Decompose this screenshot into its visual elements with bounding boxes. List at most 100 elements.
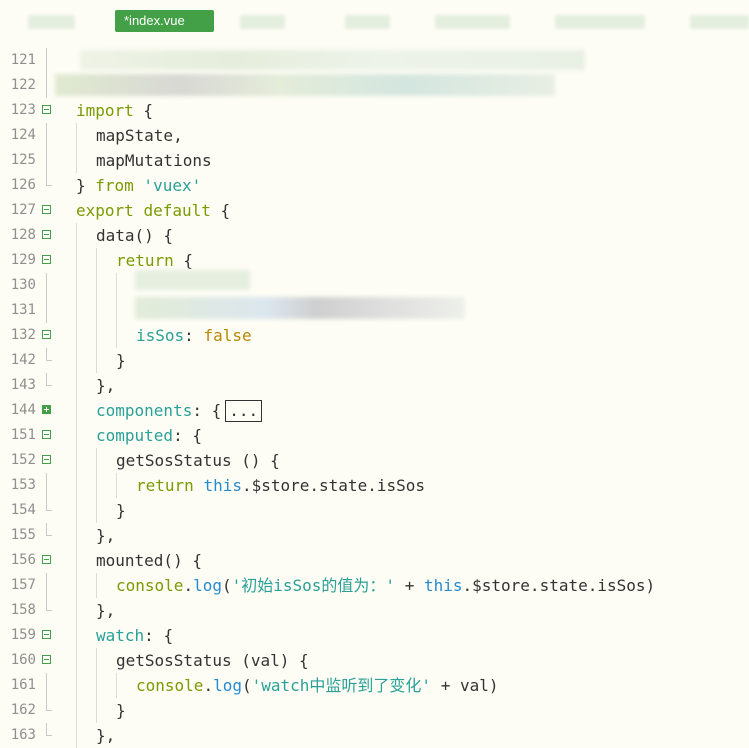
- indent-guide: [76, 473, 77, 498]
- code-token: this: [203, 476, 242, 495]
- indent-guide: [76, 723, 77, 748]
- line-number: 128: [10, 227, 36, 243]
- fold-end-marker: [46, 348, 52, 361]
- line-number: 122: [10, 77, 36, 93]
- fold-guide-line: [46, 148, 47, 173]
- code-line: 153 return this.$store.state.isSos: [0, 473, 749, 498]
- fold-collapse-icon[interactable]: [42, 205, 51, 214]
- tab-redacted[interactable]: [435, 15, 510, 29]
- code-token: console: [136, 676, 204, 695]
- code-line: 124 mapState,: [0, 123, 749, 148]
- tab-redacted[interactable]: [28, 15, 75, 29]
- line-number: 131: [10, 302, 36, 318]
- code-line: 155},: [0, 523, 749, 548]
- code-text: getSosStatus (val) {: [116, 648, 309, 673]
- tab-redacted[interactable]: [240, 15, 285, 29]
- line-number: 129: [10, 252, 36, 268]
- indent-guide: [96, 248, 97, 273]
- line-number: 155: [10, 527, 36, 543]
- line-number: 121: [10, 52, 36, 68]
- indent-guide: [76, 148, 77, 173]
- code-line: 130: [0, 273, 749, 298]
- line-number: 154: [10, 502, 36, 518]
- redacted-code-line-131: [135, 297, 465, 319]
- code-line: 123 import {: [0, 98, 749, 123]
- fold-end-marker: [46, 173, 52, 186]
- code-token: : {: [144, 626, 174, 645]
- code-editor[interactable]: 121 122 123 import {124 mapState, 125 mapMutat…: [0, 48, 749, 748]
- tab-redacted[interactable]: [345, 15, 390, 29]
- indent-guide: [76, 373, 77, 398]
- fold-collapse-icon[interactable]: [42, 330, 51, 339]
- line-number: 158: [10, 602, 36, 618]
- fold-collapse-icon[interactable]: [42, 255, 51, 264]
- code-token: mounted() {: [96, 551, 202, 570]
- indent-guide: [76, 298, 77, 323]
- line-number: 152: [10, 452, 36, 468]
- code-text: isSos: false: [136, 323, 252, 348]
- redacted-code-line-121: [80, 50, 585, 70]
- code-text: mapMutations: [96, 148, 212, 173]
- fold-end-marker: [46, 598, 52, 611]
- tab-redacted[interactable]: [555, 15, 645, 29]
- indent-guide: [76, 223, 77, 248]
- indent-guide: [96, 348, 97, 373]
- line-number: 156: [10, 552, 36, 568]
- tab-redacted[interactable]: [690, 15, 749, 29]
- line-number: 127: [10, 202, 36, 218]
- indent-guide: [96, 573, 97, 598]
- fold-end-marker: [46, 523, 52, 536]
- indent-guide: [116, 298, 117, 323]
- code-token: return: [136, 476, 194, 495]
- code-line: 152 getSosStatus () {: [0, 448, 749, 473]
- indent-guide: [96, 298, 97, 323]
- fold-collapse-icon[interactable]: [42, 105, 51, 114]
- fold-guide-line: [46, 48, 47, 73]
- line-number: 124: [10, 127, 36, 143]
- indent-guide: [76, 548, 77, 573]
- code-text: }: [116, 348, 126, 373]
- code-token: mapMutations: [96, 151, 212, 170]
- tab-index-vue[interactable]: *index.vue: [115, 10, 214, 32]
- code-line: 125 mapMutations: [0, 148, 749, 173]
- indent-guide: [96, 498, 97, 523]
- code-line: 128 data() {: [0, 223, 749, 248]
- line-number: 153: [10, 477, 36, 493]
- line-number: 126: [10, 177, 36, 193]
- fold-collapse-icon[interactable]: [42, 230, 51, 239]
- editor-tab-bar: *index.vue: [0, 0, 749, 40]
- fold-end-marker: [46, 498, 52, 511]
- fold-collapse-icon[interactable]: [42, 655, 51, 664]
- fold-collapse-icon[interactable]: [42, 430, 51, 439]
- fold-collapse-icon[interactable]: [42, 455, 51, 464]
- code-line: 151 computed: {: [0, 423, 749, 448]
- collapsed-region-button[interactable]: ...: [225, 400, 263, 422]
- indent-guide: [96, 648, 97, 673]
- fold-collapse-icon[interactable]: [42, 555, 51, 564]
- fold-collapse-icon[interactable]: [42, 630, 51, 639]
- code-line: 127 export default {: [0, 198, 749, 223]
- code-text: console.log('初始isSos的值为：' + this.$store.…: [116, 573, 655, 598]
- code-line: 157 console.log('初始isSos的值为：' + this.$sto…: [0, 573, 749, 598]
- code-line: 126} from 'vuex': [0, 173, 749, 198]
- code-token: : {: [173, 426, 202, 445]
- code-token: }: [76, 176, 96, 195]
- line-number: 125: [10, 152, 36, 168]
- code-token: isSos: [136, 326, 185, 345]
- code-token: this: [423, 576, 463, 595]
- code-token: }: [116, 701, 126, 720]
- code-token: console: [116, 576, 184, 595]
- indent-guide: [96, 473, 97, 498]
- code-token: .$store.state.isSos: [241, 476, 425, 495]
- indent-guide: [76, 648, 77, 673]
- code-token: return: [116, 251, 174, 270]
- code-token: isSos: [597, 576, 646, 595]
- line-number: 162: [10, 702, 36, 718]
- code-token: + val): [431, 676, 499, 695]
- indent-guide: [76, 523, 77, 548]
- code-text: }: [116, 698, 126, 723]
- code-text: return this.$store.state.isSos: [136, 473, 425, 498]
- code-token: }: [116, 501, 126, 520]
- fold-expand-icon[interactable]: [42, 405, 51, 414]
